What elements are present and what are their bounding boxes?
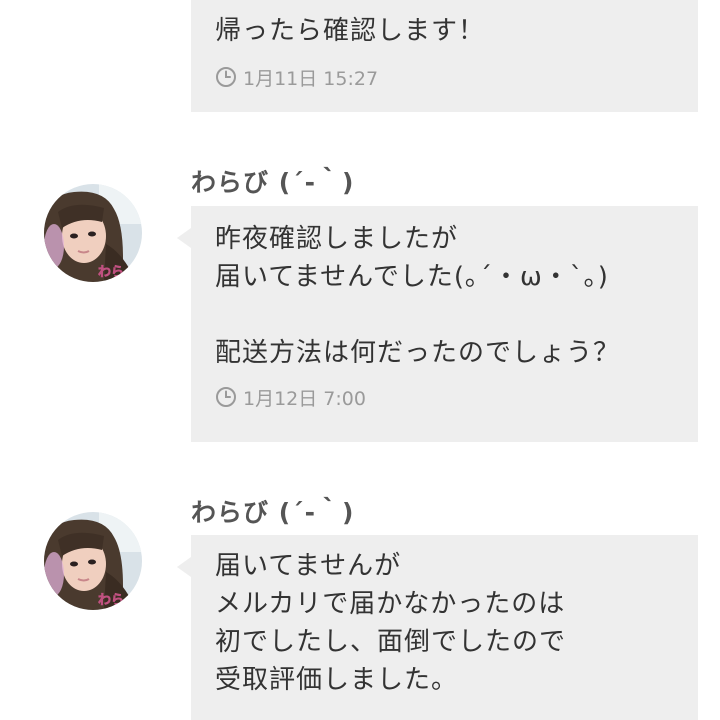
message-text: 帰ったら確認します！ bbox=[215, 16, 486, 46]
avatar-sticker-text: わら bbox=[98, 593, 124, 608]
bubble-tail bbox=[177, 557, 191, 577]
avatar-photo: わら bbox=[44, 512, 142, 610]
timestamp-text: 1月11日 15:27 bbox=[243, 67, 379, 90]
message-bubble: 帰ったら確認します！ 1月11日 15:27 bbox=[191, 0, 698, 112]
message-timestamp: 1月11日 15:27 bbox=[215, 62, 674, 92]
avatar-photo: わら bbox=[44, 184, 142, 282]
avatar[interactable]: わら bbox=[44, 184, 142, 282]
chat-screen: 帰ったら確認します！ 1月11日 15:27 わらび (´-｀) わら 昨夜確認… bbox=[0, 0, 720, 720]
message-bubble: 昨夜確認しましたが 届いてませんでした(｡´・ω・`｡) 配送方法は何だったので… bbox=[177, 206, 698, 442]
clock-icon bbox=[216, 67, 236, 87]
timestamp-text: 1月12日 7:00 bbox=[243, 387, 366, 410]
clock-icon bbox=[216, 387, 236, 407]
message-timestamp: 1月12日 7:00 bbox=[215, 382, 674, 412]
message-text: 昨夜確認しましたが 届いてませんでした(｡´・ω・`｡) 配送方法は何だったので… bbox=[215, 224, 621, 368]
message-text: 届いてませんが メルカリで届かなかったのは 初でしたし、面倒でしたので 受取評価… bbox=[215, 551, 567, 695]
sender-name: わらび (´-｀) bbox=[191, 498, 355, 527]
message-bubble: 届いてませんが メルカリで届かなかったのは 初でしたし、面倒でしたので 受取評価… bbox=[177, 535, 698, 720]
sender-name: わらび (´-｀) bbox=[191, 168, 355, 197]
avatar[interactable]: わら bbox=[44, 512, 142, 610]
bubble-tail bbox=[177, 228, 191, 248]
avatar-sticker-text: わら bbox=[98, 265, 124, 280]
